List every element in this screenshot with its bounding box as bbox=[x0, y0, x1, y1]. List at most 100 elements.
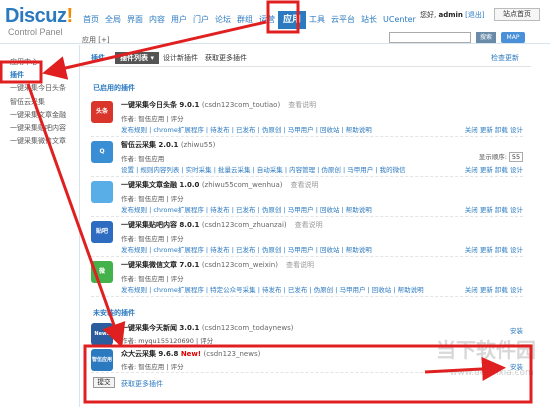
display-order: 显示顺序: 55 bbox=[479, 151, 523, 162]
logo-subtitle: Control Panel bbox=[8, 27, 63, 37]
tab-plugin[interactable]: 插件 bbox=[91, 53, 105, 63]
plugin-actions[interactable]: 关闭 更新 卸载 设计 bbox=[465, 124, 523, 134]
plugin-title: 众大云采集 9.6.8 bbox=[121, 350, 179, 358]
plugin-author: 作者: 智伍应用 | 评分 bbox=[121, 235, 184, 243]
plugin-name: 一键采集今日头条 9.0.1 (csdn123com_toutiao) 查看说明 bbox=[121, 100, 316, 110]
nav-item-4[interactable]: 用户 bbox=[168, 14, 190, 28]
plugin-id: (zhiwu55) bbox=[180, 141, 216, 149]
plugin-id: (csdn123_news) bbox=[203, 350, 261, 358]
chevron-down-icon: ▾ bbox=[150, 54, 154, 62]
plugin-name: 一键采集文章金融 1.0.0 (zhiwu55com_wenhua) 查看说明 bbox=[121, 180, 318, 190]
nav-item-2[interactable]: 界面 bbox=[124, 14, 146, 28]
view-description-link[interactable]: 查看说明 bbox=[290, 181, 318, 189]
nav-item-12[interactable]: 站长 bbox=[358, 14, 380, 28]
site-home-button[interactable]: 站点首页 bbox=[494, 8, 540, 21]
sidebar-item-1[interactable]: 插件 bbox=[10, 70, 24, 80]
plugin-author: 作者: 智伍应用 | 评分 bbox=[121, 363, 184, 371]
display-order-label: 显示顺序: bbox=[478, 153, 507, 161]
tab-row: 插件 插件列表 ▾ 设计新插件 获取更多插件 检查更新 bbox=[81, 52, 531, 67]
sidebar-item-5[interactable]: 一键采集贴吧内容 bbox=[10, 123, 66, 133]
plugin-row: 一键采集文章金融 1.0.0 (zhiwu55com_wenhua) 查看说明 作者… bbox=[91, 177, 523, 217]
plugin-icon: News bbox=[91, 323, 113, 345]
plugin-id: (zhiwu55com_wenhua) bbox=[201, 181, 283, 189]
plugin-icon bbox=[91, 181, 113, 203]
search-input[interactable] bbox=[389, 32, 471, 43]
map-button[interactable]: MAP bbox=[501, 32, 525, 43]
plugin-author: 作者: 智伍应用 | 评分 bbox=[121, 275, 184, 283]
get-more-plugins-link[interactable]: 获取更多插件 bbox=[121, 379, 163, 389]
plugin-author: 作者: myqu155120690 | 评分 bbox=[121, 337, 214, 345]
sidebar-item-0[interactable]: 应用中心 bbox=[10, 57, 38, 67]
plugin-name: 智伍云采集 2.0.1 (zhiwu55) bbox=[121, 140, 223, 150]
plugin-links[interactable]: 设置 | 规则内容列表 | 实时采集 | 批量云采集 | 自动采集 | 内容管理… bbox=[121, 164, 406, 174]
plugin-actions[interactable]: 关闭 更新 卸载 设计 bbox=[465, 244, 523, 254]
plugin-id: (csdn123com_weixin) bbox=[201, 261, 278, 269]
plugin-icon: 智伍应用 bbox=[91, 349, 113, 371]
nav-item-8[interactable]: 运营 bbox=[256, 14, 278, 28]
display-order-input[interactable]: 55 bbox=[509, 152, 523, 162]
plugin-links[interactable]: 发布规则 | chrome扩展程序 | 待发布 | 已发布 | 伪原创 | 马甲… bbox=[121, 124, 372, 134]
check-update-link[interactable]: 检查更新 bbox=[491, 53, 519, 63]
sidebar-item-3[interactable]: 智伍云采集 bbox=[10, 97, 45, 107]
sidebar: 应用中心插件一键采集今日头条 智伍云采集一键采集文章金融 一键采集贴吧内容 一键采集微… bbox=[0, 45, 80, 407]
tab-get-more[interactable]: 获取更多插件 bbox=[205, 53, 247, 63]
plugin-author: 作者: 智伍应用 | 评分 bbox=[121, 115, 184, 123]
uninstalled-section-title: 未安装的插件 bbox=[93, 309, 135, 317]
plugin-links[interactable]: 发布规则 | chrome扩展程序 | 特定公众号采集 | 待发布 | 已发布 … bbox=[121, 284, 424, 294]
sidebar-item-2[interactable]: 一键采集今日头条 bbox=[10, 83, 66, 93]
nav-item-5[interactable]: 门户 bbox=[190, 14, 212, 28]
nav-item-6[interactable]: 论坛 bbox=[212, 14, 234, 28]
plugin-name: 一键采集微信文章 7.0.1 (csdn123com_weixin) 查看说明 bbox=[121, 260, 314, 270]
plugin-icon: 头条 bbox=[91, 101, 113, 123]
plugin-title: 一键采集今日头条 9.0.1 bbox=[121, 101, 200, 109]
nav-item-13[interactable]: UCenter bbox=[380, 14, 419, 28]
plugin-links[interactable]: 发布规则 | chrome扩展程序 | 待发布 | 已发布 | 伪原创 | 马甲… bbox=[121, 244, 372, 254]
plugin-name: 一键采集今天新闻 3.0.1 (csdn123com_todaynews) bbox=[121, 323, 293, 333]
plugin-author: 作者: 智伍应用 bbox=[121, 155, 165, 163]
watermark: 当下软件园 www.downxia.com bbox=[436, 334, 546, 402]
plugin-title: 一键采集贴吧内容 8.0.1 bbox=[121, 221, 200, 229]
user-info: 您好, admin [退出] bbox=[420, 11, 485, 19]
watermark-url: www.downxia.com bbox=[450, 368, 534, 378]
nav-item-0[interactable]: 首页 bbox=[80, 14, 102, 28]
view-description-link[interactable]: 查看说明 bbox=[286, 261, 314, 269]
nav-item-11[interactable]: 云平台 bbox=[328, 14, 358, 28]
nav-item-9[interactable]: 应用 bbox=[278, 11, 307, 29]
new-badge: New! bbox=[180, 350, 202, 358]
plugin-id: (csdn123com_todaynews) bbox=[201, 324, 294, 332]
nav-item-3[interactable]: 内容 bbox=[146, 14, 168, 28]
view-description-link[interactable]: 查看说明 bbox=[295, 221, 323, 229]
sidebar-item-4[interactable]: 一键采集文章金融 bbox=[10, 110, 66, 120]
discuz-logo[interactable]: Discuz! bbox=[5, 5, 73, 28]
view-description-link[interactable]: 查看说明 bbox=[288, 101, 316, 109]
breadcrumb[interactable]: 应用 [+] bbox=[82, 35, 110, 45]
plugin-name: 众大云采集 9.6.8 New! (csdn123_news) bbox=[121, 349, 260, 359]
plugin-id: (csdn123com_toutiao) bbox=[201, 101, 281, 109]
tab-design-plugin[interactable]: 设计新插件 bbox=[163, 53, 198, 63]
plugin-row: 贴吧 一键采集贴吧内容 8.0.1 (csdn123com_zhuanzai) 查看… bbox=[91, 217, 523, 257]
plugin-actions[interactable]: 关闭 更新 卸载 设计 bbox=[465, 164, 523, 174]
header-bar: Discuz! Control Panel 首页 全局 界面 内容 用户 门户 论坛 群组 运营… bbox=[0, 0, 550, 44]
watermark-text: 当下软件园 bbox=[436, 338, 536, 362]
enabled-section-title: 已启用的插件 bbox=[93, 84, 135, 92]
search-button[interactable]: 搜索 bbox=[476, 32, 496, 43]
submit-button[interactable]: 提交 bbox=[93, 377, 115, 388]
plugin-actions[interactable]: 关闭 更新 卸载 设计 bbox=[465, 284, 523, 294]
plugin-row: 微一键采集微信文章 7.0.1 (csdn123com_weixin) 查看说明作… bbox=[91, 257, 523, 297]
plugin-title: 智伍云采集 2.0.1 bbox=[121, 141, 179, 149]
nav-item-7[interactable]: 群组 bbox=[234, 14, 256, 28]
plugin-links[interactable]: 发布规则 | chrome扩展程序 | 待发布 | 已发布 | 伪原创 | 马甲… bbox=[121, 204, 372, 214]
plugin-title: 一键采集微信文章 7.0.1 bbox=[121, 261, 200, 269]
plugin-icon: Q bbox=[91, 141, 113, 163]
plugin-row: 头条 一键采集今日头条 9.0.1 (csdn123com_toutiao) 查看说… bbox=[91, 97, 523, 137]
plugin-actions[interactable]: 关闭 更新 卸载 设计 bbox=[465, 204, 523, 214]
nav-item-1[interactable]: 全局 bbox=[102, 14, 124, 28]
tab-plugin-list[interactable]: 插件列表 ▾ bbox=[115, 52, 159, 64]
top-nav: 首页 全局 界面 内容 用户 门户 论坛 群组 运营 应用 工具 云平台 站长 UCenter bbox=[80, 11, 419, 29]
nav-item-10[interactable]: 工具 bbox=[306, 14, 328, 28]
sidebar-item-6[interactable]: 一键采集微信文章 bbox=[10, 136, 66, 146]
plugin-id: (csdn123com_zhuanzai) bbox=[201, 221, 287, 229]
logout-link[interactable]: [退出] bbox=[465, 11, 484, 19]
plugin-author: 作者: 智伍应用 | 评分 bbox=[121, 195, 184, 203]
plugin-icon: 贴吧 bbox=[91, 221, 113, 243]
